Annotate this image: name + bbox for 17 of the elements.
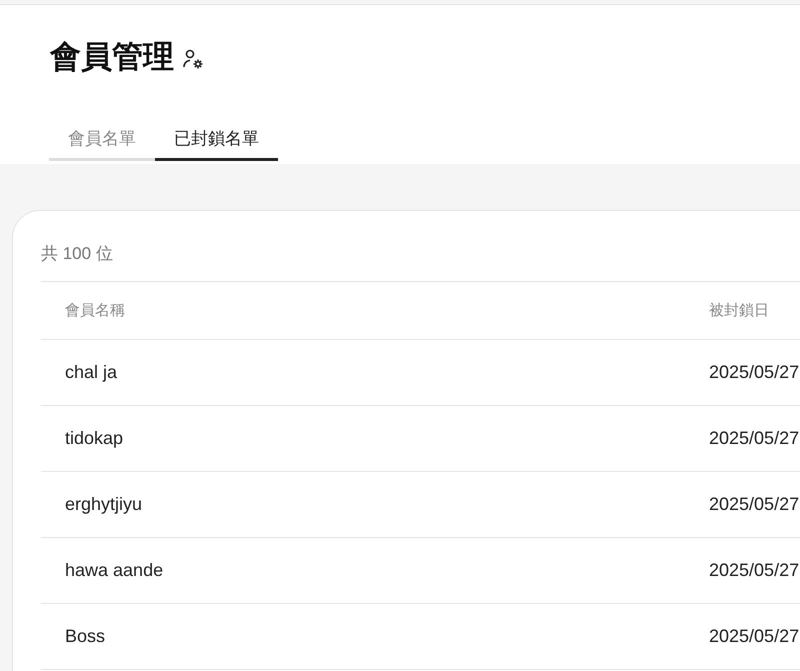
column-header: 被封鎖日 (709, 301, 770, 320)
page-title: 會員管理 (50, 38, 174, 76)
table-cell-text: Boss (64, 626, 106, 647)
table-cell-text: tidokap (64, 428, 124, 449)
member-count: 共 100 位 (41, 243, 114, 265)
table-cell-text: hawa aande (64, 560, 164, 581)
table-cell: 2025/05/27 (709, 428, 800, 449)
table-cell: 2025/05/27 (709, 362, 800, 383)
table-cell: 2025/05/27 (709, 560, 800, 581)
table-cell-text: chal ja (64, 362, 118, 383)
column-header: 會員名稱 (64, 301, 125, 320)
tab[interactable]: 已封鎖名單 (155, 118, 278, 161)
tab[interactable]: 會員名單 (49, 118, 155, 161)
table-cell: 2025/05/27 (709, 626, 800, 647)
table-cell-text: erghytjiyu (64, 494, 142, 515)
user-settings-icon[interactable] (182, 48, 204, 70)
table-cell: 2025/05/27 (709, 494, 800, 515)
